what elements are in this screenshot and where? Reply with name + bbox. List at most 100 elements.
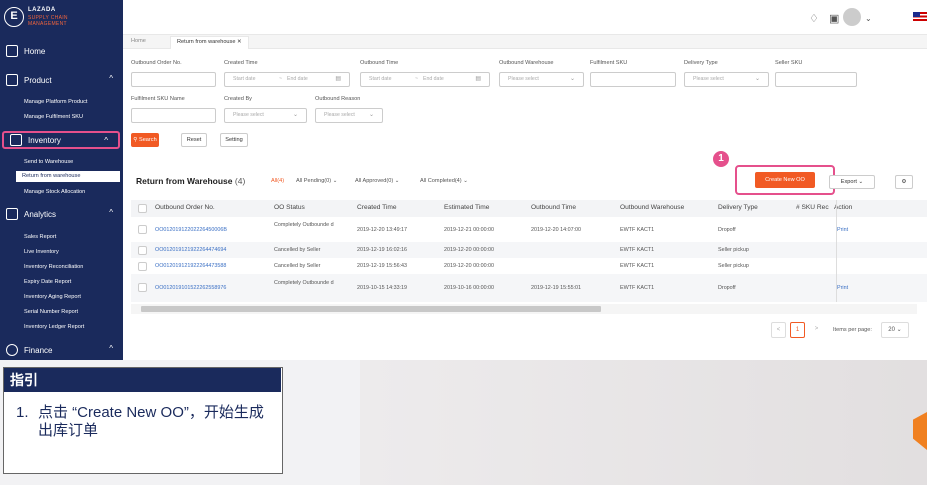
- column-header[interactable]: Delivery Type: [718, 204, 758, 211]
- column-header[interactable]: # SKU Rec: [796, 204, 829, 211]
- row-checkbox[interactable]: [138, 262, 147, 271]
- estimated-time: 2019-12-21 00:00:00: [444, 227, 495, 233]
- label-outbound-reason: Outbound Reason: [315, 96, 361, 102]
- oo-status: Completely Outbounde d: [274, 280, 334, 286]
- section-title-text: Return from Warehouse: [136, 176, 233, 186]
- label-seller-sku: Seller SKU: [775, 60, 803, 66]
- outbound-reason-select[interactable]: Please select ⌄: [315, 108, 383, 123]
- sidebar-item-serial-number-report[interactable]: Serial Number Report: [24, 309, 78, 315]
- page-title: Return from Warehouse (4): [136, 176, 245, 186]
- items-per-page-select[interactable]: 20 ⌄: [881, 322, 909, 338]
- sidebar-item-expiry-date-report[interactable]: Expiry Date Report: [24, 279, 71, 285]
- estimated-time: 2019-12-20 00:00:00: [444, 263, 495, 269]
- order-no-link[interactable]: OO012019101522262558976: [155, 285, 226, 291]
- column-header[interactable]: OO Status: [274, 204, 305, 211]
- next-page-button[interactable]: >: [809, 322, 824, 338]
- sidebar-item-manage-fulfilment-sku[interactable]: Manage Fulfilment SKU: [24, 114, 83, 120]
- avatar[interactable]: [843, 8, 861, 26]
- tab-home[interactable]: Home: [131, 38, 146, 44]
- sidebar-item-manage-platform-product[interactable]: Manage Platform Product: [24, 99, 87, 105]
- sidebar-item-product[interactable]: Product ^: [0, 71, 123, 89]
- sidebar: E LAZADA SUPPLY CHAIN MANAGEMENT Home Pr…: [0, 0, 123, 360]
- outbound-order-no-input[interactable]: [131, 72, 216, 87]
- sidebar-item-label: Finance: [24, 345, 53, 355]
- delivery-type-select[interactable]: Please select ⌄: [684, 72, 769, 87]
- sidebar-item-finance[interactable]: Finance ^: [0, 341, 123, 359]
- gear-icon[interactable]: ⚙: [895, 175, 913, 189]
- order-no-link[interactable]: OO01201912202226450006B: [155, 227, 227, 233]
- print-link[interactable]: Print: [837, 227, 848, 233]
- row-checkbox[interactable]: [138, 225, 147, 234]
- table-row[interactable]: OO012019101522262558976 Completely Outbo…: [131, 274, 927, 302]
- tab-all[interactable]: All(4): [271, 178, 284, 184]
- guide-step-text: 点击 “Create New OO”，开始生成出库订单: [38, 404, 264, 439]
- sidebar-item-return-from-warehouse[interactable]: Return from warehouse: [16, 171, 120, 182]
- reset-button[interactable]: Reset: [181, 133, 207, 147]
- page-number-button[interactable]: 1: [790, 322, 805, 338]
- chevron-up-icon: ^: [109, 208, 113, 217]
- country-flag-icon[interactable]: [913, 12, 927, 21]
- bell-icon[interactable]: ♢: [809, 12, 819, 25]
- column-header[interactable]: Outbound Warehouse: [620, 204, 684, 211]
- delivery-type: Dropoff: [718, 227, 736, 233]
- created-time-range[interactable]: Start date ~ End date ▤: [224, 72, 350, 87]
- setting-button[interactable]: Setting: [220, 133, 248, 147]
- horizontal-scrollbar[interactable]: [131, 304, 917, 314]
- sidebar-item-manage-stock-allocation[interactable]: Manage Stock Allocation: [24, 189, 85, 195]
- tab-all-pending[interactable]: All Pending(0) ⌄: [296, 178, 337, 184]
- fulfilment-sku-name-input[interactable]: [131, 108, 216, 123]
- prev-page-button[interactable]: <: [771, 322, 786, 338]
- column-header[interactable]: Outbound Order No.: [155, 204, 215, 211]
- column-header[interactable]: Outbound Time: [531, 204, 576, 211]
- sidebar-item-inventory-reconciliation[interactable]: Inventory Reconciliation: [24, 264, 83, 270]
- tab-all-approved[interactable]: All Approved(0) ⌄: [355, 178, 400, 184]
- close-icon[interactable]: ✕: [237, 39, 242, 45]
- column-header[interactable]: Created Time: [357, 204, 397, 211]
- items-per-page-label: Items per page:: [833, 327, 872, 333]
- chevron-down-icon[interactable]: ⌄: [865, 14, 872, 23]
- print-link[interactable]: Print: [837, 285, 848, 291]
- sidebar-item-home[interactable]: Home: [0, 42, 123, 60]
- row-checkbox[interactable]: [138, 283, 147, 292]
- tab-return-from-warehouse[interactable]: Return from warehouse ✕: [170, 36, 249, 49]
- sidebar-item-analytics[interactable]: Analytics ^: [0, 205, 123, 223]
- created-time: 2019-10-15 14:33:19: [357, 285, 408, 291]
- seller-sku-input[interactable]: [775, 72, 857, 87]
- table-row[interactable]: OO01201912202226450006B Completely Outbo…: [131, 218, 927, 242]
- order-no-link[interactable]: OO012019121922264473588: [155, 263, 226, 269]
- download-icon[interactable]: ▣: [829, 12, 839, 25]
- tab-label: All Pending(0): [296, 178, 332, 184]
- sidebar-item-inventory-ledger-report[interactable]: Inventory Ledger Report: [24, 324, 84, 330]
- export-button[interactable]: Export ⌄: [829, 175, 875, 189]
- sidebar-item-label: Inventory: [28, 135, 61, 145]
- scrollbar-thumb[interactable]: [141, 306, 601, 312]
- sidebar-item-inventory-aging-report[interactable]: Inventory Aging Report: [24, 294, 81, 300]
- logo-line-1: LAZADA: [28, 7, 56, 13]
- outbound-warehouse-select[interactable]: Please select ⌄: [499, 72, 584, 87]
- fulfilment-sku-input[interactable]: [590, 72, 676, 87]
- chevron-up-icon: ^: [109, 344, 113, 353]
- sidebar-item-live-inventory[interactable]: Live Inventory: [24, 249, 59, 255]
- end-date-placeholder: End date: [287, 76, 308, 82]
- row-checkbox[interactable]: [138, 246, 147, 255]
- created-by-select[interactable]: Please select ⌄: [224, 108, 307, 123]
- select-all-checkbox[interactable]: [138, 204, 147, 213]
- search-button[interactable]: ⚲ Search: [131, 133, 159, 147]
- outbound-warehouse: EWTF KACT1: [620, 263, 655, 269]
- calendar-icon: ▤: [335, 76, 341, 82]
- sidebar-item-send-to-warehouse[interactable]: Send to Warehouse: [24, 159, 73, 165]
- order-no-link[interactable]: OO01201912192226447469­4: [155, 247, 226, 253]
- step-badge: 1: [711, 149, 731, 169]
- start-date-placeholder: Start date: [369, 76, 392, 82]
- search-icon: ⚲: [133, 137, 138, 143]
- tab-all-completed[interactable]: All Completed(4) ⌄: [420, 178, 468, 184]
- chevron-down-icon: ⌄: [292, 112, 298, 118]
- label-outbound-warehouse: Outbound Warehouse: [499, 60, 554, 66]
- column-header[interactable]: Estimated Time: [444, 204, 489, 211]
- create-new-oo-button[interactable]: Create New OO: [755, 172, 815, 188]
- table-row[interactable]: OO01201912192226447469­4 Cancelled by Se…: [131, 242, 927, 258]
- sidebar-item-sales-report[interactable]: Sales Report: [24, 234, 56, 240]
- outbound-time-range[interactable]: Start date ~ End date ▤: [360, 72, 490, 87]
- sidebar-item-inventory[interactable]: Inventory ^: [2, 131, 120, 149]
- table-row[interactable]: OO012019121922264473588 Cancelled by Sel…: [131, 258, 927, 274]
